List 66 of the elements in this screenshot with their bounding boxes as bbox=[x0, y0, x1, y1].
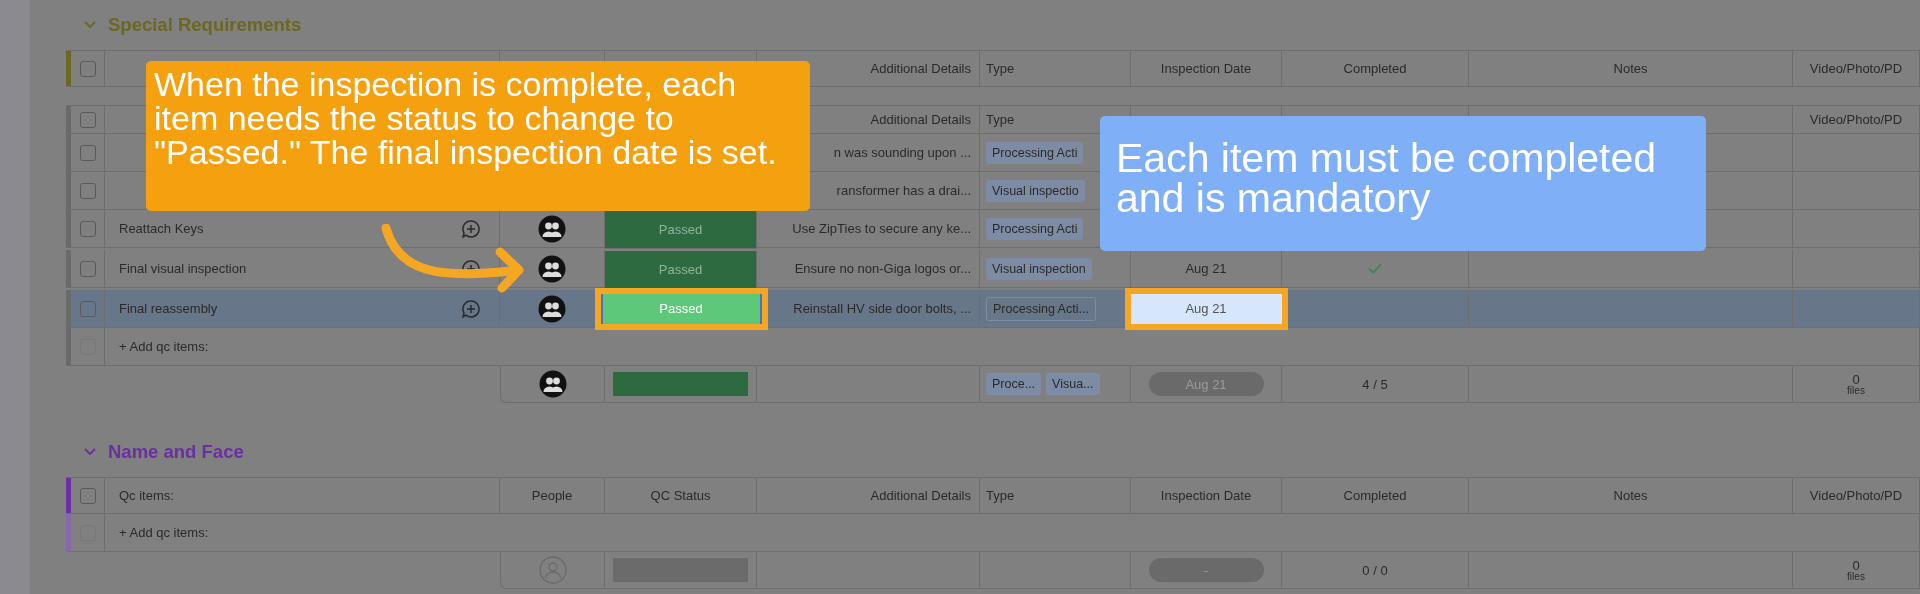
type-tag: Visual inspection bbox=[986, 257, 1092, 280]
completed-count: 4 / 5 bbox=[1362, 376, 1388, 392]
type-tag: Visua... bbox=[1046, 373, 1100, 395]
completed-count: 0 / 0 bbox=[1362, 562, 1388, 578]
details-text: Reinstall HV side door bolts, ... bbox=[793, 301, 971, 316]
checkbox[interactable] bbox=[79, 144, 96, 161]
group-title: Special Requirements bbox=[108, 14, 302, 36]
date-value[interactable]: Aug 21 bbox=[1130, 293, 1282, 324]
type-tag: Processing Acti bbox=[986, 141, 1084, 164]
column-header: Completed bbox=[1343, 488, 1407, 503]
checkbox[interactable] bbox=[79, 182, 96, 199]
table-row[interactable]: Final reassembly Passed Reinstall HV side door bolts, ... Processing Acti... Aug 21 bbox=[66, 290, 1920, 328]
avatar-icon[interactable] bbox=[538, 294, 566, 323]
date-range-pill: - bbox=[1148, 558, 1264, 582]
column-header: QC Status bbox=[650, 488, 711, 503]
files-label: files bbox=[1847, 385, 1865, 396]
status-label[interactable]: Passed bbox=[658, 262, 703, 277]
files-label: files bbox=[1847, 571, 1865, 582]
status-label[interactable]: Passed bbox=[600, 293, 762, 324]
add-item-input[interactable]: + Add qc items: bbox=[119, 339, 209, 354]
column-header: Video/Photo/PD bbox=[1809, 488, 1903, 503]
item-name: Final reassembly bbox=[119, 301, 218, 316]
column-header: Additional Details bbox=[870, 112, 971, 127]
files-count: 0 bbox=[1852, 558, 1860, 572]
type-tag: Proce... bbox=[986, 373, 1042, 395]
avatar-icon[interactable] bbox=[538, 214, 566, 243]
details-text: n was sounding upon ... bbox=[833, 145, 971, 160]
checkbox[interactable] bbox=[79, 220, 96, 237]
type-tag: Processing Acti... bbox=[986, 296, 1096, 321]
column-header: Inspection Date bbox=[1160, 488, 1252, 503]
column-header: Type bbox=[986, 61, 1015, 76]
column-header: Qc items: bbox=[119, 488, 174, 503]
group-title: Name and Face bbox=[108, 441, 244, 463]
column-header: Additional Details bbox=[870, 61, 971, 76]
chevron-icon[interactable] bbox=[84, 21, 96, 29]
checkbox[interactable] bbox=[79, 487, 96, 504]
column-header: Notes bbox=[1613, 488, 1648, 503]
add-item-input[interactable]: + Add qc items: bbox=[119, 525, 209, 540]
type-tag: Visual inspectio bbox=[986, 179, 1085, 202]
status-label[interactable]: Passed bbox=[658, 222, 703, 237]
column-header: People bbox=[531, 488, 573, 503]
column-header: Completed bbox=[1343, 61, 1407, 76]
checkbox[interactable] bbox=[79, 300, 96, 317]
column-header: Inspection Date bbox=[1160, 61, 1252, 76]
checkbox[interactable] bbox=[79, 60, 96, 77]
chat-plus-icon[interactable] bbox=[461, 298, 481, 319]
checkbox[interactable] bbox=[79, 260, 96, 277]
details-text: ransformer has a drai... bbox=[836, 183, 971, 198]
column-header: Type bbox=[986, 112, 1015, 127]
avatar-icon[interactable] bbox=[538, 254, 566, 283]
checkbox[interactable] bbox=[79, 111, 96, 128]
column-header: Video/Photo/PD bbox=[1809, 61, 1903, 76]
details-text: Use ZipTies to secure any ke... bbox=[792, 221, 971, 236]
chat-plus-icon[interactable] bbox=[461, 218, 481, 239]
callout-text: When the inspection is complete, each item needs the status to change to "Passed." The final inspection date is set. bbox=[154, 65, 777, 171]
column-header: Video/Photo/PD bbox=[1809, 112, 1903, 127]
details-text: Ensure no non-Giga logos or... bbox=[794, 261, 971, 276]
type-tag: Processing Acti bbox=[986, 217, 1084, 240]
column-header: Type bbox=[986, 488, 1015, 503]
column-header: Additional Details bbox=[870, 488, 971, 503]
files-count: 0 bbox=[1852, 372, 1860, 386]
chevron-icon[interactable] bbox=[84, 448, 96, 456]
item-name: Final visual inspection bbox=[119, 261, 247, 276]
date-value: Aug 21 bbox=[1185, 261, 1227, 276]
column-header: Notes bbox=[1613, 61, 1648, 76]
item-name: Reattach Keys bbox=[119, 221, 204, 236]
